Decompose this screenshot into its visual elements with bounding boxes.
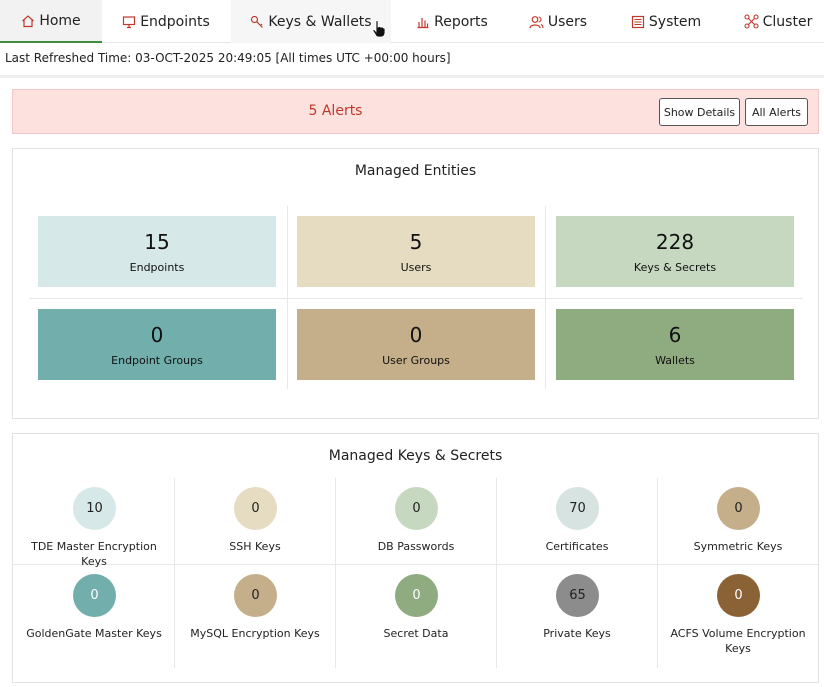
users-icon <box>529 15 544 29</box>
count-circle: 0 <box>717 574 760 617</box>
tab-label: Users <box>547 13 588 30</box>
divider <box>335 478 336 668</box>
tab-system[interactable]: System <box>622 0 710 43</box>
key-stat-label: MySQL Encryption Keys <box>190 627 320 640</box>
key-stat-label: Secret Data <box>383 627 449 640</box>
tab-label: Home <box>39 12 81 29</box>
hand-cursor-icon <box>372 20 386 38</box>
entity-tile-keys-secrets[interactable]: 228 Keys & Secrets <box>556 216 794 287</box>
last-refreshed-time: Last Refreshed Time: 03-OCT-2025 20:49:0… <box>5 51 451 65</box>
count-circle: 0 <box>234 487 277 530</box>
entity-label: Keys & Secrets <box>633 261 717 274</box>
divider <box>174 478 175 668</box>
tab-cluster[interactable]: Cluster <box>734 0 822 43</box>
all-alerts-button[interactable]: All Alerts <box>745 98 808 126</box>
entity-label: User Groups <box>382 354 450 367</box>
entity-label: Endpoint Groups <box>111 354 203 367</box>
entity-count: 15 <box>144 230 170 254</box>
panel-title: Managed Keys & Secrets <box>328 448 503 464</box>
key-stat-label: GoldenGate Master Keys <box>26 627 162 640</box>
entity-count: 0 <box>409 323 423 347</box>
tab-endpoints[interactable]: Endpoints <box>112 0 220 43</box>
tab-label: System <box>648 13 702 30</box>
alerts-banner: 5 Alerts Show Details All Alerts <box>12 89 819 134</box>
count-circle: 10 <box>73 487 116 530</box>
count-circle: 65 <box>556 574 599 617</box>
entity-tile-endpoint-groups[interactable]: 0 Endpoint Groups <box>38 309 276 380</box>
entity-label: Wallets <box>655 354 695 367</box>
entity-tile-wallets[interactable]: 6 Wallets <box>556 309 794 380</box>
entity-label: Endpoints <box>129 261 185 274</box>
tab-users[interactable]: Users <box>520 0 596 43</box>
entity-tile-endpoints[interactable]: 15 Endpoints <box>38 216 276 287</box>
count-circle: 0 <box>73 574 116 617</box>
key-stat-label: Certificates <box>545 540 609 553</box>
entity-count: 228 <box>655 230 695 254</box>
alerts-count[interactable]: 5 Alerts <box>13 103 658 119</box>
divider <box>496 478 497 668</box>
count-circle: 70 <box>556 487 599 530</box>
entity-tile-users[interactable]: 5 Users <box>297 216 535 287</box>
tab-label: Cluster <box>762 13 813 30</box>
key-stat-label: Symmetric Keys <box>693 540 783 553</box>
entity-tile-user-groups[interactable]: 0 User Groups <box>297 309 535 380</box>
entity-label: Users <box>400 261 432 274</box>
divider <box>657 478 658 668</box>
key-stat-label: TDE Master Encryption Keys <box>31 540 157 568</box>
key-stat-label: SSH Keys <box>229 540 281 553</box>
entity-count: 0 <box>150 323 164 347</box>
entity-count: 5 <box>409 230 423 254</box>
tab-label: Reports <box>434 13 488 30</box>
system-icon <box>631 15 645 29</box>
top-nav: Home Endpoints Keys & Wallets Reports Us… <box>0 0 824 43</box>
key-stat-label: ACFS Volume Encryption Keys <box>670 627 806 655</box>
cluster-icon <box>744 14 759 29</box>
divider <box>29 298 803 299</box>
managed-entities-panel: Managed Entities 15 Endpoints 5 Users 22… <box>12 148 819 419</box>
key-icon <box>250 15 264 29</box>
count-circle: 0 <box>234 574 277 617</box>
managed-keys-panel: Managed Keys & Secrets 10 TDE Master Enc… <box>12 433 819 683</box>
count-circle: 0 <box>395 574 438 617</box>
bar-chart-icon <box>416 15 430 29</box>
divider <box>0 75 824 78</box>
entity-count: 6 <box>668 323 682 347</box>
tab-reports[interactable]: Reports <box>405 0 499 43</box>
key-stat-label: Private Keys <box>543 627 611 640</box>
tab-label: Keys & Wallets <box>268 13 372 30</box>
show-details-button[interactable]: Show Details <box>659 98 740 126</box>
home-icon <box>21 14 35 28</box>
tab-home[interactable]: Home <box>0 0 102 43</box>
panel-title: Managed Entities <box>354 163 477 179</box>
key-stat-label: DB Passwords <box>377 540 455 553</box>
monitor-icon <box>122 15 136 29</box>
count-circle: 0 <box>395 487 438 530</box>
count-circle: 0 <box>717 487 760 530</box>
tab-label: Endpoints <box>140 13 210 30</box>
tab-keys-wallets[interactable]: Keys & Wallets <box>231 0 391 43</box>
